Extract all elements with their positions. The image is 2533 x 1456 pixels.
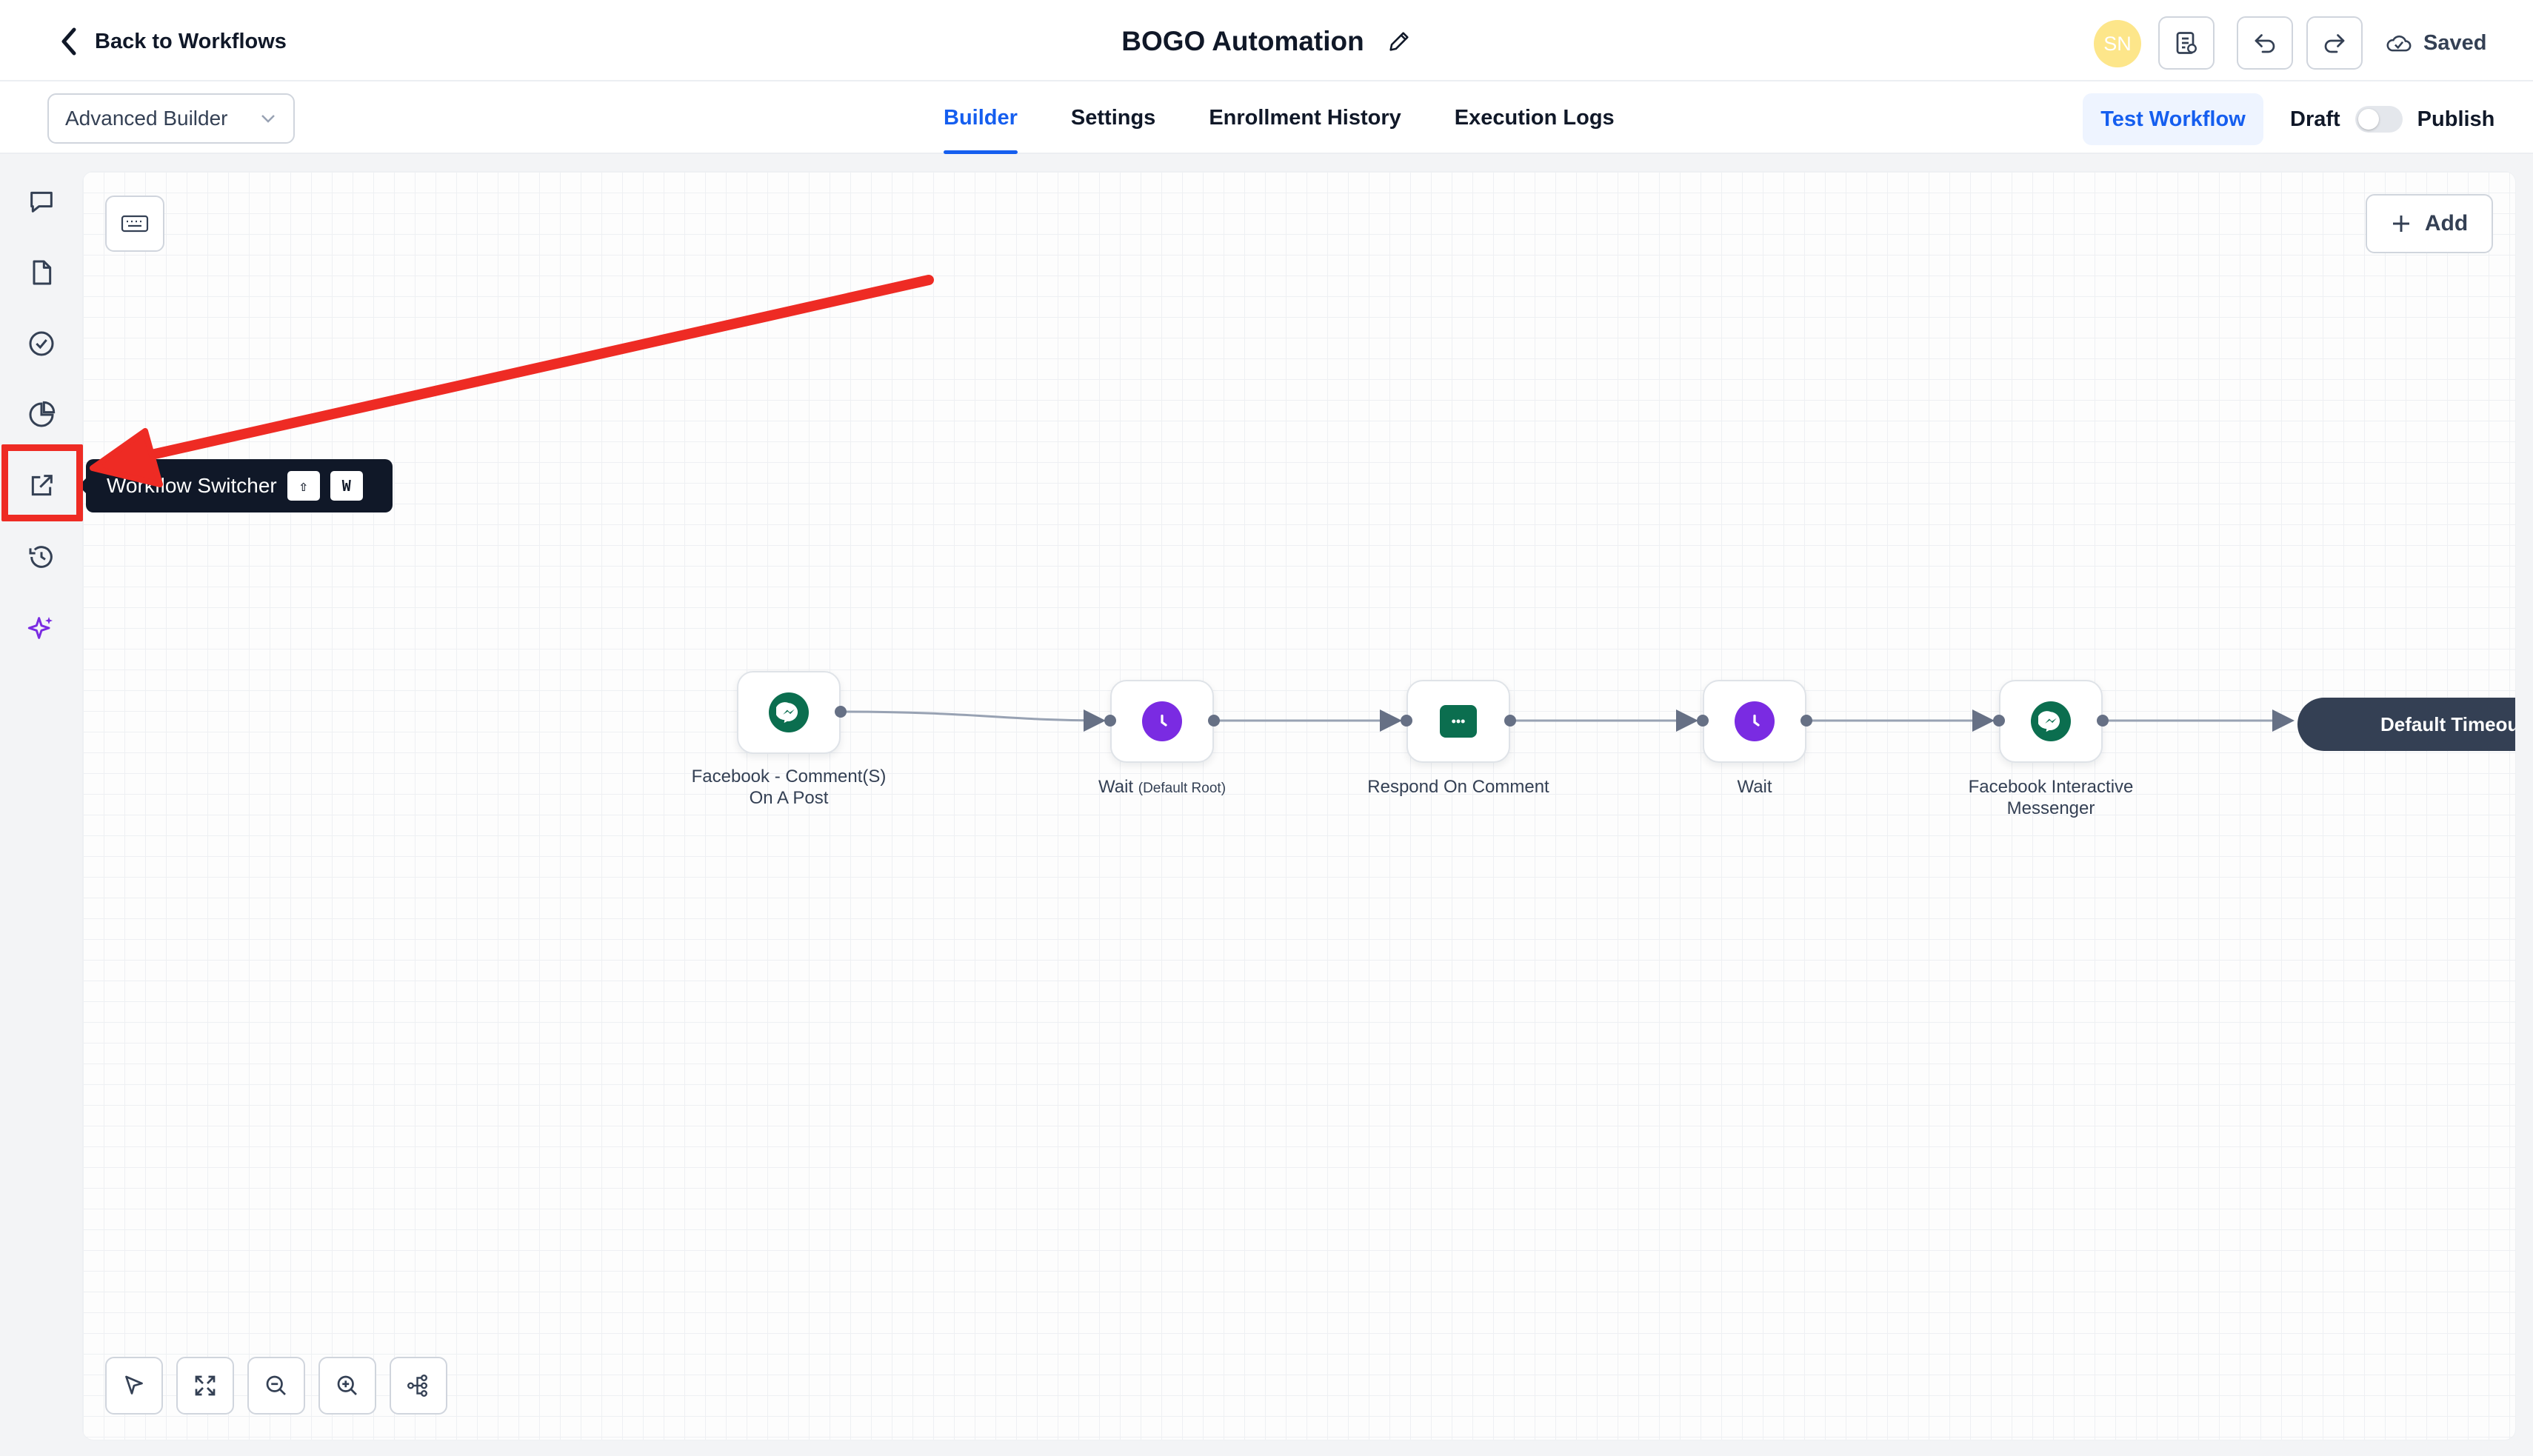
- workflow-node-respond-on-comment[interactable]: [1406, 680, 1510, 763]
- node-output-port[interactable]: [1801, 715, 1812, 727]
- sidebar-chat-button[interactable]: [18, 178, 65, 225]
- sidebar-history-button[interactable]: [18, 533, 65, 581]
- zoom-out-icon: [266, 1375, 286, 1395]
- shift-key-badge: ⇧: [287, 471, 320, 501]
- undo-icon: [2255, 34, 2275, 53]
- redo-button[interactable]: [2306, 16, 2363, 70]
- saved-label: Saved: [2423, 30, 2487, 55]
- tab-settings[interactable]: Settings: [1061, 81, 1166, 154]
- message-dots-icon: [1440, 705, 1477, 738]
- tab-execution-logs[interactable]: Execution Logs: [1444, 81, 1625, 154]
- select-mode-button[interactable]: [105, 1357, 163, 1415]
- workflow-node-wait[interactable]: [1703, 680, 1806, 763]
- workflow-node-facebook-interactive-messenger[interactable]: [1999, 680, 2103, 763]
- node-output-port[interactable]: [1208, 715, 1220, 727]
- node-label: Facebook - Comment(S) On A Post: [691, 767, 887, 808]
- publish-toggle[interactable]: [2355, 106, 2403, 133]
- back-to-workflows-link[interactable]: Back to Workflows: [59, 22, 287, 61]
- workflow-canvas[interactable]: Add Facebook - Comment(S) On A Post Wait …: [83, 172, 2515, 1440]
- node-label: Wait (Default Root): [1098, 777, 1227, 797]
- chat-icon: [30, 191, 53, 213]
- zoom-in-icon: [337, 1375, 357, 1395]
- redo-icon: [2324, 34, 2345, 53]
- fit-view-button[interactable]: [176, 1357, 234, 1415]
- node-output-port[interactable]: [2097, 715, 2109, 727]
- sidebar-check-button[interactable]: [18, 320, 65, 367]
- clipboard-icon: [2176, 32, 2197, 54]
- tab-enrollment-history[interactable]: Enrollment History: [1198, 81, 1411, 154]
- test-workflow-button[interactable]: Test Workflow: [2083, 93, 2263, 145]
- messenger-icon: [2031, 701, 2071, 741]
- back-label: Back to Workflows: [95, 29, 287, 53]
- zoom-in-button[interactable]: [318, 1357, 376, 1415]
- workflow-title: BOGO Automation: [1121, 26, 1364, 56]
- document-icon: [33, 260, 52, 285]
- top-bar: Back to Workflows BOGO Automation SN Sav…: [0, 0, 2533, 81]
- node-input-port[interactable]: [1401, 715, 1412, 727]
- auto-layout-button[interactable]: [390, 1357, 447, 1415]
- workflow-title-area: BOGO Automation: [1037, 21, 1496, 62]
- workflow-node-facebook-comment[interactable]: [737, 671, 841, 754]
- tab-builder[interactable]: Builder: [933, 81, 1028, 154]
- zoom-out-button[interactable]: [247, 1357, 305, 1415]
- left-sidebar: [0, 156, 81, 1456]
- pie-chart-icon: [29, 401, 56, 427]
- clock-icon: [1735, 701, 1775, 741]
- sidebar-analytics-button[interactable]: [18, 391, 65, 438]
- sparkles-icon: [27, 617, 53, 639]
- sidebar-document-button[interactable]: [18, 249, 65, 296]
- builder-mode-value: Advanced Builder: [65, 107, 228, 130]
- workflow-node-wait-default-root[interactable]: [1110, 680, 1214, 763]
- chevron-left-icon: [61, 27, 76, 56]
- builder-mode-select[interactable]: Advanced Builder: [47, 93, 295, 144]
- sidebar-ai-button[interactable]: [18, 604, 65, 652]
- saved-status: Saved: [2385, 22, 2486, 64]
- node-label: Wait: [1737, 777, 1772, 797]
- check-circle-icon: [29, 331, 54, 356]
- clock-icon: [1142, 701, 1182, 741]
- default-timeout-node[interactable]: Default Timeout: [2297, 698, 2515, 751]
- expand-icon: [195, 1375, 216, 1396]
- publish-toggle-group: Draft Publish: [2290, 93, 2494, 145]
- node-label: Facebook Interactive Messenger: [1968, 777, 2134, 818]
- draft-label: Draft: [2290, 107, 2340, 131]
- annotation-highlight-box: [1, 444, 83, 521]
- history-icon: [29, 546, 53, 568]
- pencil-icon[interactable]: [1386, 29, 1412, 54]
- publish-label: Publish: [2417, 107, 2495, 131]
- tab-bar: Builder Settings Enrollment History Exec…: [933, 81, 1658, 154]
- node-label: Respond On Comment: [1367, 777, 1549, 797]
- sub-bar: Advanced Builder Builder Settings Enroll…: [0, 81, 2533, 154]
- node-output-port[interactable]: [1504, 715, 1516, 727]
- cursor-icon: [125, 1375, 143, 1395]
- tooltip-label: Workflow Switcher: [107, 474, 277, 497]
- tree-layout-icon: [407, 1374, 428, 1397]
- undo-button[interactable]: [2237, 16, 2293, 70]
- notes-button[interactable]: [2158, 16, 2215, 70]
- chevron-down-icon: [261, 115, 275, 123]
- cloud-check-icon: [2386, 35, 2412, 52]
- messenger-icon: [769, 692, 809, 732]
- node-input-port[interactable]: [1697, 715, 1709, 727]
- node-output-port[interactable]: [835, 706, 847, 718]
- node-input-port[interactable]: [1993, 715, 2005, 727]
- workflow-switcher-tooltip: Workflow Switcher ⇧ W: [79, 459, 393, 512]
- node-input-port[interactable]: [1104, 715, 1116, 727]
- canvas-controls: [105, 1357, 447, 1415]
- w-key-badge: W: [330, 471, 363, 501]
- avatar[interactable]: SN: [2094, 20, 2141, 67]
